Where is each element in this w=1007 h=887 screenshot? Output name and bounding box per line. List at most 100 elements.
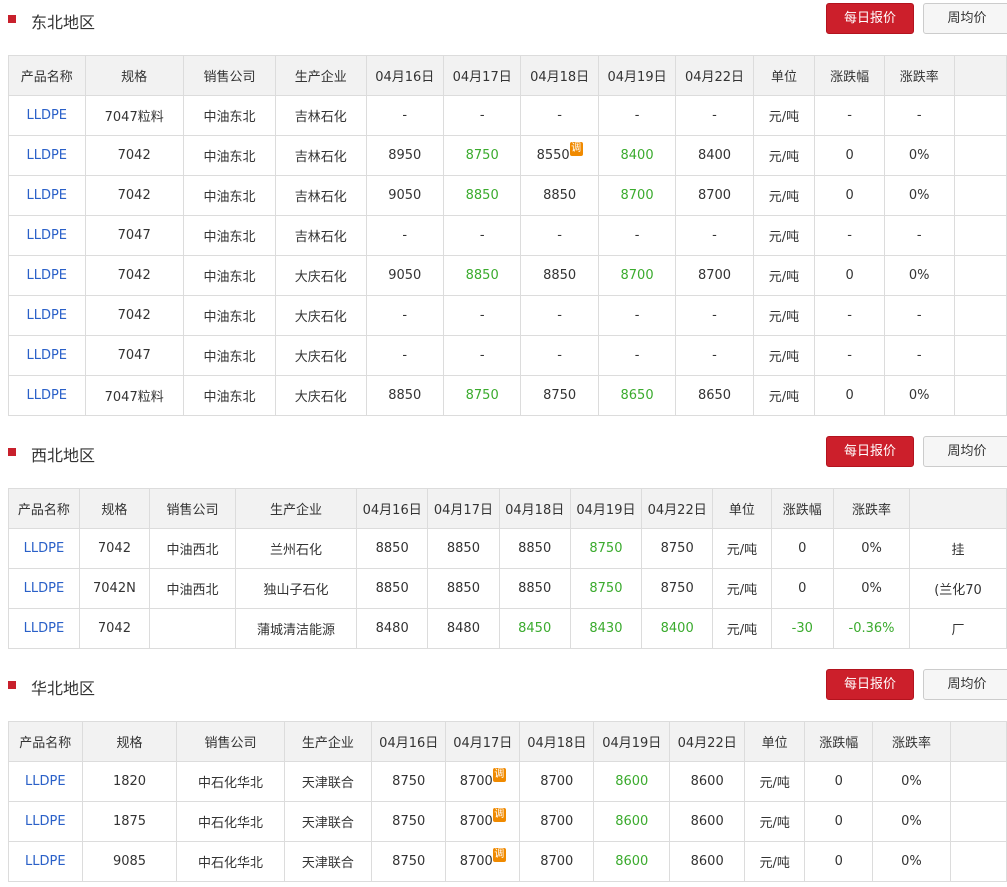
table-cell: 挂 — [909, 528, 1007, 569]
column-header: 04月18日 — [519, 721, 595, 762]
column-header: 销售公司 — [149, 488, 236, 529]
table-cell: 0% — [883, 175, 955, 216]
cell-value: 9085 — [112, 854, 147, 869]
cell-value: 0 — [845, 188, 854, 203]
cell-value: 吉林石化 — [294, 190, 347, 205]
product-link[interactable]: LLDPE — [8, 135, 86, 176]
table-header-row: 产品名称 规格 销售公司 生产企业 04月16日 04月17日 04月18日 04月19日 04… — [8, 721, 1007, 762]
table-row: LLDPE 1820 中石化华北 天津联合 8750 8700 调 8700 8600 8600 元… — [8, 761, 1007, 802]
table-cell: 8700 — [519, 841, 595, 882]
table-row: LLDPE 7047 中油东北 大庆石化 - - - - - 元/吨 - - — [8, 335, 1007, 376]
table-cell: 8600 — [669, 841, 746, 882]
product-link[interactable]: LLDPE — [8, 295, 86, 336]
cell-value: 挂 — [951, 543, 965, 558]
cell-value: 8850 — [518, 541, 552, 556]
cell-value: - — [916, 108, 922, 123]
cell-value: 天津联合 — [301, 816, 354, 831]
table-cell: 大庆石化 — [275, 255, 367, 296]
product-link[interactable]: LLDPE — [8, 375, 86, 416]
cell-value: 8850 — [465, 188, 499, 203]
cell-value: 8700 — [697, 188, 732, 203]
table-cell: 8700 — [675, 255, 754, 296]
cell-value: (兰化70 — [934, 583, 982, 598]
cell-value: 8700 — [459, 814, 493, 829]
cell-value: 中油东北 — [203, 190, 256, 205]
table-row: LLDPE 9085 中石化华北 天津联合 8750 8700 调 8700 8600 8600 元… — [8, 841, 1007, 882]
daily-quote-button[interactable]: 每日报价 — [826, 3, 914, 34]
table-cell: - — [442, 295, 522, 336]
product-link[interactable]: LLDPE — [8, 95, 86, 136]
product-link[interactable]: LLDPE — [8, 801, 83, 842]
cell-value: 8850 — [465, 268, 499, 283]
table-cell — [953, 375, 1007, 416]
product-link[interactable]: LLDPE — [8, 608, 80, 649]
cell-value: 8650 — [620, 388, 654, 403]
table-cell: - — [597, 295, 677, 336]
cell-value: 8600 — [690, 774, 724, 789]
table-cell: - — [814, 295, 885, 336]
cell-value: LLDPE — [23, 621, 65, 636]
column-header: 销售公司 — [182, 55, 277, 96]
table-cell: 0 — [814, 255, 885, 296]
column-header: 04月22日 — [669, 721, 746, 762]
table-cell: 元/吨 — [752, 215, 816, 256]
cell-value: - — [557, 228, 562, 243]
cell-value: 8850 — [446, 581, 480, 596]
column-header: 04月17日 — [445, 721, 521, 762]
product-link[interactable]: LLDPE — [8, 175, 86, 216]
column-header: 规格 — [78, 488, 151, 529]
table-cell: 0% — [883, 375, 955, 416]
cell-value: 0 — [798, 541, 807, 556]
product-link[interactable]: LLDPE — [8, 255, 86, 296]
product-link[interactable]: LLDPE — [8, 841, 83, 882]
product-link[interactable]: LLDPE — [8, 568, 80, 609]
table-cell: 9085 — [81, 841, 178, 882]
cell-value: 中油东北 — [203, 110, 256, 125]
cell-value: - — [847, 308, 852, 323]
table-cell: 8750 — [569, 568, 643, 609]
cell-value: LLDPE — [26, 188, 68, 203]
cell-value: - — [479, 228, 485, 243]
cell-value: 7042 — [117, 188, 151, 203]
cell-value: -30 — [791, 621, 813, 636]
daily-quote-button[interactable]: 每日报价 — [826, 669, 914, 700]
table-cell: 0% — [833, 528, 911, 569]
table-cell — [949, 801, 1007, 842]
column-header: 单位 — [744, 721, 806, 762]
column-header: 涨跌率 — [872, 721, 951, 762]
table-cell: 8400 — [675, 135, 754, 176]
table-cell: 8480 — [427, 608, 500, 649]
cell-value: 蒲城清洁能源 — [256, 623, 335, 638]
weekly-average-button[interactable]: 周均价 — [923, 436, 1007, 467]
weekly-average-button[interactable]: 周均价 — [923, 3, 1007, 34]
table-cell: - — [520, 215, 599, 256]
cell-value: - — [634, 108, 640, 123]
column-header: 产品名称 — [8, 721, 83, 762]
cell-value: 8480 — [375, 621, 409, 636]
weekly-average-button[interactable]: 周均价 — [923, 669, 1007, 700]
table-row: LLDPE 7047 中油东北 吉林石化 - - - - - 元/吨 - - — [8, 215, 1007, 256]
column-header: 04月16日 — [356, 488, 429, 529]
product-link[interactable]: LLDPE — [8, 761, 83, 802]
cell-value: 大庆石化 — [294, 310, 347, 325]
table-cell: 元/吨 — [744, 801, 806, 842]
product-link[interactable]: LLDPE — [8, 528, 80, 569]
product-link[interactable]: LLDPE — [8, 215, 86, 256]
table-row: LLDPE 7042 中油东北 吉林石化 9050 8850 8850 8700 8700 元/吨… — [8, 175, 1007, 216]
table-cell: 8400 — [641, 608, 714, 649]
cell-value: 中石化华北 — [197, 856, 263, 871]
daily-quote-button[interactable]: 每日报价 — [826, 436, 914, 467]
table-cell: - — [675, 295, 754, 336]
table-cell: - — [365, 215, 444, 256]
product-link[interactable]: LLDPE — [8, 335, 86, 376]
cell-value: 中油东北 — [203, 230, 256, 245]
cell-value: 中油东北 — [203, 390, 256, 405]
table-cell: 8600 — [669, 761, 746, 802]
cell-value: 8850 — [375, 541, 409, 556]
column-header: 销售公司 — [176, 721, 285, 762]
cell-value: 吉林石化 — [294, 150, 347, 165]
table-cell: 0 — [814, 175, 885, 216]
table-cell: 8850 — [442, 175, 522, 216]
cell-value: 7047 — [117, 348, 151, 363]
table-cell: 7042 — [84, 135, 184, 176]
